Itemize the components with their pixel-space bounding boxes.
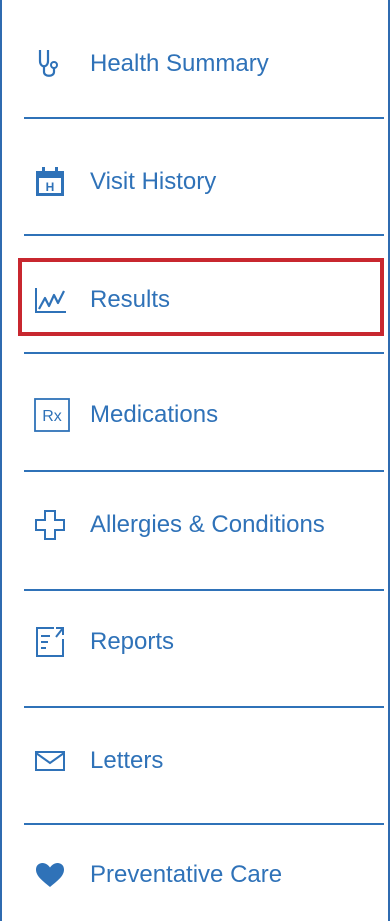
nav-item-label: Allergies & Conditions — [90, 511, 325, 538]
divider — [24, 117, 384, 119]
rx-icon: Rx — [34, 398, 72, 432]
divider — [24, 823, 384, 825]
nav-item-label: Preventative Care — [90, 861, 283, 888]
divider — [24, 470, 384, 472]
nav-item-label: Reports — [90, 628, 175, 655]
rx-icon-text: Rx — [42, 408, 62, 425]
divider — [24, 352, 384, 354]
calendar-icon: H — [34, 165, 72, 199]
nav-item-label: Letters — [90, 747, 164, 774]
divider — [24, 706, 384, 708]
envelope-icon — [34, 744, 72, 778]
divider — [24, 234, 384, 236]
nav-item-health-summary[interactable]: Health Summary — [24, 47, 384, 81]
nav-item-label: Visit History — [90, 168, 217, 195]
nav-item-reports[interactable]: Reports — [24, 625, 384, 659]
nav-item-label: Medications — [90, 401, 219, 428]
nav-item-allergies-conditions[interactable]: Allergies & Conditions — [24, 508, 384, 542]
selected-item-highlight — [18, 258, 384, 336]
nav-item-visit-history[interactable]: H Visit History — [24, 165, 384, 199]
heart-icon — [34, 858, 72, 892]
side-navigation: Health Summary H Visit History Results R… — [0, 0, 390, 921]
divider — [24, 589, 384, 591]
medical-cross-icon — [34, 508, 72, 542]
nav-item-preventative-care[interactable]: Preventative Care — [24, 858, 384, 892]
calendar-icon-letter: H — [46, 180, 55, 194]
stethoscope-icon — [34, 47, 72, 81]
report-icon — [34, 625, 72, 659]
nav-item-letters[interactable]: Letters — [24, 744, 384, 778]
nav-item-label: Health Summary — [90, 50, 269, 77]
nav-item-medications[interactable]: Rx Medications — [24, 398, 384, 432]
